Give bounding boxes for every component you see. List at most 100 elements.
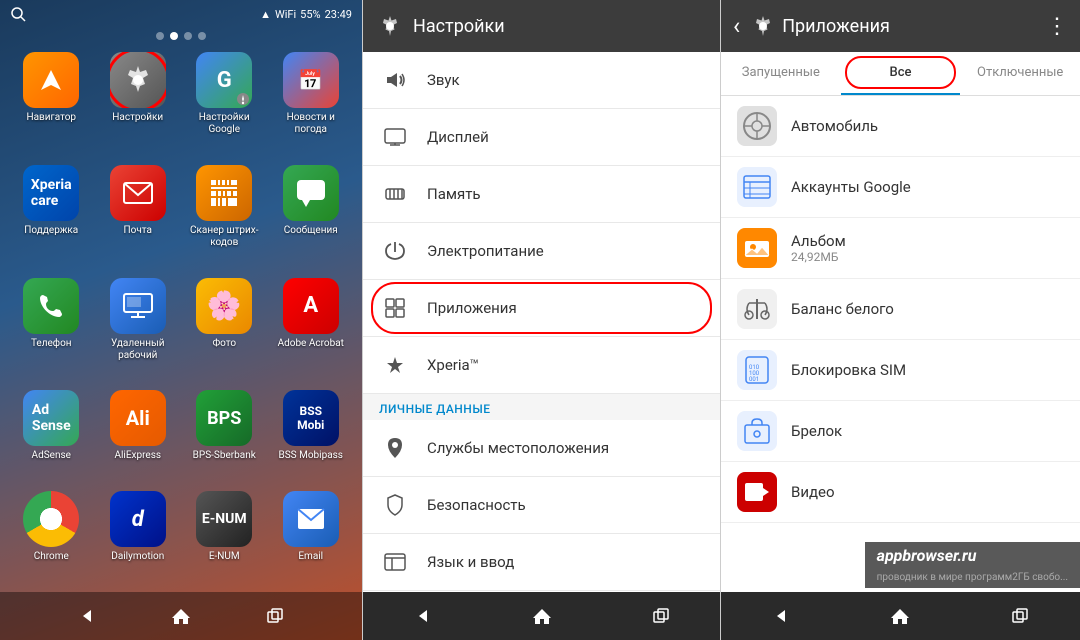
apps-tabs: Запущенные Все Отключенные <box>721 52 1080 96</box>
tab-disabled[interactable]: Отключенные <box>960 52 1080 95</box>
google-settings-label: Настройки Google <box>185 112 264 136</box>
app-daily[interactable]: d Dailymotion <box>99 491 178 584</box>
app-phone[interactable]: Телефон <box>12 278 91 383</box>
app-sber[interactable]: BPS BPS-Sberbank <box>185 390 264 483</box>
settings-location[interactable]: Службы местоположения <box>363 420 720 477</box>
app-google-settings[interactable]: G Настройки Google <box>185 52 264 157</box>
settings-list: Звук Дисплей Память Электропитание Прило… <box>363 52 720 592</box>
enum-label: E-NUM <box>209 551 240 563</box>
app-messages[interactable]: Сообщения <box>272 165 351 270</box>
app-remote[interactable]: Удаленный рабочий <box>99 278 178 383</box>
sound-label: Звук <box>427 71 460 89</box>
tab-all[interactable]: Все <box>841 52 961 95</box>
settings-memory[interactable]: Память <box>363 166 720 223</box>
scanner-label: Сканер штрих-кодов <box>185 225 264 249</box>
app-bss[interactable]: BSSMobi BSS Mobipass <box>272 390 351 483</box>
recents-button-apps[interactable] <box>1004 600 1036 632</box>
app-settings[interactable]: Настройки <box>99 52 178 157</box>
remote-icon <box>110 278 166 334</box>
time-text: 23:49 <box>325 8 352 21</box>
settings-xperia[interactable]: Xperia™ <box>363 337 720 394</box>
home-button-settings[interactable] <box>526 600 558 632</box>
app-scanner[interactable]: Сканер штрих-кодов <box>185 165 264 270</box>
apps-list: Автомобиль Аккаунты Google Альбом 24,92М… <box>721 96 1080 592</box>
messages-icon <box>283 165 339 221</box>
settings-security[interactable]: Безопасность <box>363 477 720 534</box>
app-photo[interactable]: 🌸 Фото <box>185 278 264 383</box>
apps-title: Приложения <box>782 16 1038 37</box>
home-button[interactable] <box>165 600 197 632</box>
app-email[interactable]: Email <box>272 491 351 584</box>
apps-menu-button[interactable]: ⋮ <box>1046 14 1068 39</box>
navigator-label: Навигатор <box>26 112 76 124</box>
list-item-video[interactable]: Видео <box>721 462 1080 523</box>
recents-button[interactable] <box>259 600 291 632</box>
settings-language[interactable]: Язык и ввод <box>363 534 720 591</box>
mail-label: Почта <box>124 225 152 237</box>
display-icon <box>379 121 411 153</box>
video-icon <box>737 472 777 512</box>
adobe-icon: A <box>283 278 339 334</box>
watermark: appbrowser.ru проводник в мире программ2… <box>865 542 1080 588</box>
settings-power[interactable]: Электропитание <box>363 223 720 280</box>
daily-icon: d <box>110 491 166 547</box>
apps-label: Приложения <box>427 299 517 317</box>
app-news[interactable]: 📅 Новости и погода <box>272 52 351 157</box>
video-name: Видео <box>791 483 835 501</box>
app-adobe[interactable]: A Adobe Acrobat <box>272 278 351 383</box>
settings-display[interactable]: Дисплей <box>363 109 720 166</box>
auto-name: Автомобиль <box>791 117 878 135</box>
adobe-label: Adobe Acrobat <box>278 338 344 350</box>
list-item-album[interactable]: Альбом 24,92МБ <box>721 218 1080 279</box>
apps-screen: ‹ Приложения ⋮ Запущенные Все Отключенны… <box>720 0 1080 640</box>
keychain-icon <box>737 411 777 451</box>
app-navigator[interactable]: Навигатор <box>12 52 91 157</box>
remote-label: Удаленный рабочий <box>99 338 178 362</box>
svg-text:001: 001 <box>749 376 759 383</box>
back-button-apps[interactable] <box>765 600 797 632</box>
list-item-balance[interactable]: Баланс белого <box>721 279 1080 340</box>
balance-name: Баланс белого <box>791 300 894 318</box>
back-button[interactable] <box>71 600 103 632</box>
status-bar-right: ▲ WiFi 55% 23:49 <box>260 8 352 21</box>
app-chrome[interactable]: Chrome <box>12 491 91 584</box>
chrome-icon <box>23 491 79 547</box>
app-mail[interactable]: Почта <box>99 165 178 270</box>
back-button-settings[interactable] <box>407 600 439 632</box>
mail-icon <box>110 165 166 221</box>
adsense-icon: AdSense <box>23 390 79 446</box>
wifi-icon: WiFi <box>275 8 296 21</box>
chrome-label: Chrome <box>34 551 69 563</box>
dot-4 <box>198 32 206 40</box>
recents-button-settings[interactable] <box>645 600 677 632</box>
list-item-keychain[interactable]: Брелок <box>721 401 1080 462</box>
album-icon <box>737 228 777 268</box>
status-bar-home: ▲ WiFi 55% 23:49 <box>0 0 362 28</box>
balance-icon <box>737 289 777 329</box>
settings-sound[interactable]: Звук <box>363 52 720 109</box>
app-support[interactable]: Xperiacare Поддержка <box>12 165 91 270</box>
bss-icon: BSSMobi <box>283 390 339 446</box>
section-personal: ЛИЧНЫЕ ДАННЫЕ <box>363 394 720 420</box>
power-label: Электропитание <box>427 242 544 260</box>
home-button-apps[interactable] <box>884 600 916 632</box>
list-item-sim[interactable]: 010100001 Блокировка SIM <box>721 340 1080 401</box>
navigator-icon <box>23 52 79 108</box>
settings-label: Настройки <box>112 112 163 124</box>
list-item-auto[interactable]: Автомобиль <box>721 96 1080 157</box>
app-enum[interactable]: E-NUM E-NUM <box>185 491 264 584</box>
list-item-gaccounts[interactable]: Аккаунты Google <box>721 157 1080 218</box>
apps-header-icon <box>752 15 774 37</box>
news-label: Новости и погода <box>272 112 351 136</box>
support-icon: Xperiacare <box>23 165 79 221</box>
app-adsense[interactable]: AdSense AdSense <box>12 390 91 483</box>
tab-running[interactable]: Запущенные <box>721 52 841 95</box>
apps-icon <box>379 292 411 324</box>
ali-icon: Ali <box>110 390 166 446</box>
language-icon <box>379 546 411 578</box>
app-ali[interactable]: Ali AliExpress <box>99 390 178 483</box>
settings-apps[interactable]: Приложения <box>363 280 720 337</box>
memory-label: Память <box>427 185 481 203</box>
nav-bar-settings <box>363 592 720 640</box>
back-chevron[interactable]: ‹ <box>733 12 740 40</box>
